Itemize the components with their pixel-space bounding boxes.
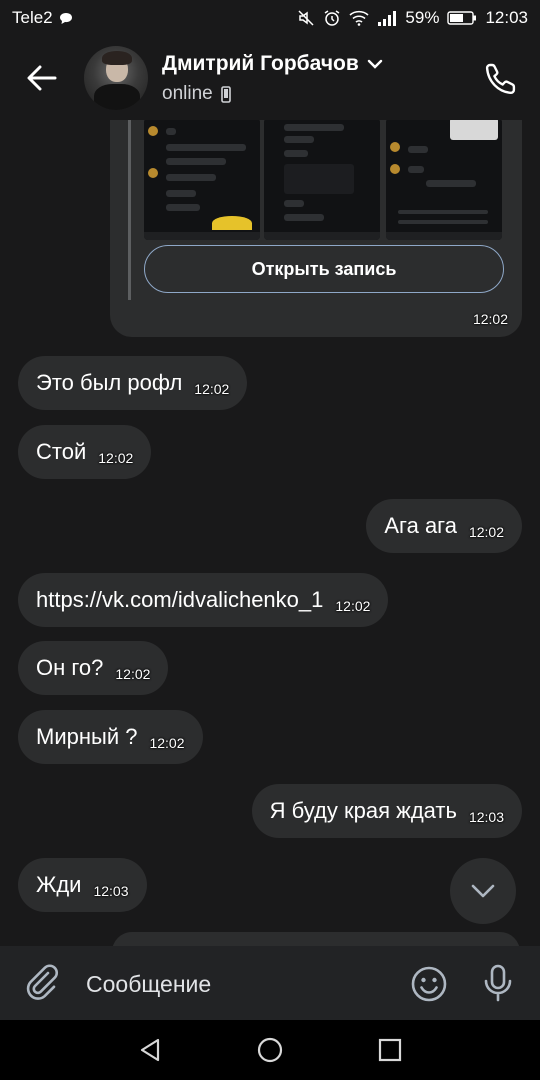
chevron-down-icon — [367, 59, 382, 69]
nav-home-button[interactable] — [254, 1034, 286, 1066]
microphone-icon — [484, 964, 512, 1002]
attach-button[interactable] — [22, 962, 62, 1002]
status-label: online — [162, 83, 213, 104]
phone-icon — [485, 63, 516, 94]
message-time: 12:03 — [93, 883, 129, 899]
message-bubble[interactable]: Ага ага 12:02 — [366, 499, 522, 553]
message-list[interactable]: Открыть запись 12:02 Это был рофл 12:02 … — [0, 120, 540, 946]
message-composer — [0, 946, 540, 1020]
circle-home-icon — [257, 1037, 283, 1063]
message-text: Мирный ? — [36, 724, 138, 749]
voice-message-button[interactable] — [480, 963, 516, 1003]
message-text: Я буду края ждать — [269, 798, 457, 823]
message-text: Это был рофл — [36, 370, 183, 395]
battery-icon — [447, 10, 477, 26]
screenshot-thumbnail[interactable] — [386, 120, 502, 240]
square-recents-icon — [378, 1038, 402, 1062]
shared-post-card[interactable]: Открыть запись 12:02 — [110, 120, 522, 337]
carrier-label: Tele2 — [12, 8, 53, 27]
signal-icon — [377, 10, 397, 26]
message-text: Он го? — [36, 655, 104, 680]
mobile-device-icon — [220, 85, 231, 103]
message-time: 12:02 — [149, 735, 185, 751]
message-bubble[interactable] — [112, 932, 520, 946]
contact-name[interactable]: Дмитрий Горбачов — [162, 52, 383, 76]
contact-name-label: Дмитрий Горбачов — [162, 52, 359, 75]
alarm-icon — [323, 9, 341, 27]
mute-icon — [297, 9, 315, 27]
back-button[interactable] — [22, 60, 62, 96]
open-post-button[interactable]: Открыть запись — [144, 245, 504, 293]
arrow-left-icon — [27, 65, 57, 91]
message-input[interactable] — [86, 964, 386, 1004]
emoji-button[interactable] — [410, 965, 448, 1003]
message-time: 12:02 — [335, 598, 371, 614]
quote-bar — [128, 120, 131, 300]
status-bar: Tele2 59% 12:03 — [0, 0, 540, 36]
message-time: 12:02 — [115, 666, 151, 682]
chat-header: Дмитрий Горбачов online — [0, 36, 540, 120]
message-time: 12:02 — [98, 450, 134, 466]
avatar[interactable] — [84, 46, 148, 110]
scroll-down-button[interactable] — [450, 858, 516, 924]
message-text: Стой — [36, 439, 87, 464]
triangle-back-icon — [140, 1038, 160, 1062]
message-bubble[interactable]: Это был рофл 12:02 — [18, 356, 248, 410]
smiley-icon — [411, 966, 447, 1002]
system-nav-bar — [0, 1020, 540, 1080]
message-time: 12:03 — [468, 809, 504, 825]
message-bubble[interactable]: Я буду края ждать 12:03 — [251, 784, 522, 838]
message-bubble[interactable]: Мирный ? 12:02 — [18, 710, 203, 764]
message-time: 12:02 — [472, 311, 508, 327]
message-link[interactable]: https://vk.com/idvalichenko_1 — [36, 587, 323, 613]
message-text: Жди — [36, 872, 82, 897]
message-time: 12:02 — [194, 381, 230, 397]
clock: 12:03 — [485, 8, 528, 27]
message-bubble[interactable]: https://vk.com/idvalichenko_1 12:02 — [18, 573, 389, 627]
nav-back-button[interactable] — [134, 1034, 166, 1066]
message-bubble[interactable]: Стой 12:02 — [18, 425, 152, 479]
nav-recents-button[interactable] — [374, 1034, 406, 1066]
chevron-down-icon — [471, 884, 495, 898]
message-text: Ага ага — [384, 513, 457, 538]
message-bubble[interactable]: Он го? 12:02 — [18, 641, 169, 695]
paperclip-icon — [26, 964, 58, 1000]
wifi-icon — [349, 10, 369, 26]
screenshot-thumbnail[interactable] — [144, 120, 260, 240]
call-button[interactable] — [482, 60, 520, 98]
message-time: 12:02 — [468, 524, 504, 540]
message-bubble[interactable]: Жди 12:03 — [18, 858, 147, 912]
battery-percent: 59% — [405, 8, 440, 27]
screenshot-thumbnail[interactable] — [264, 120, 380, 240]
chat-bubble-icon — [59, 12, 73, 25]
contact-status: online — [162, 83, 231, 105]
